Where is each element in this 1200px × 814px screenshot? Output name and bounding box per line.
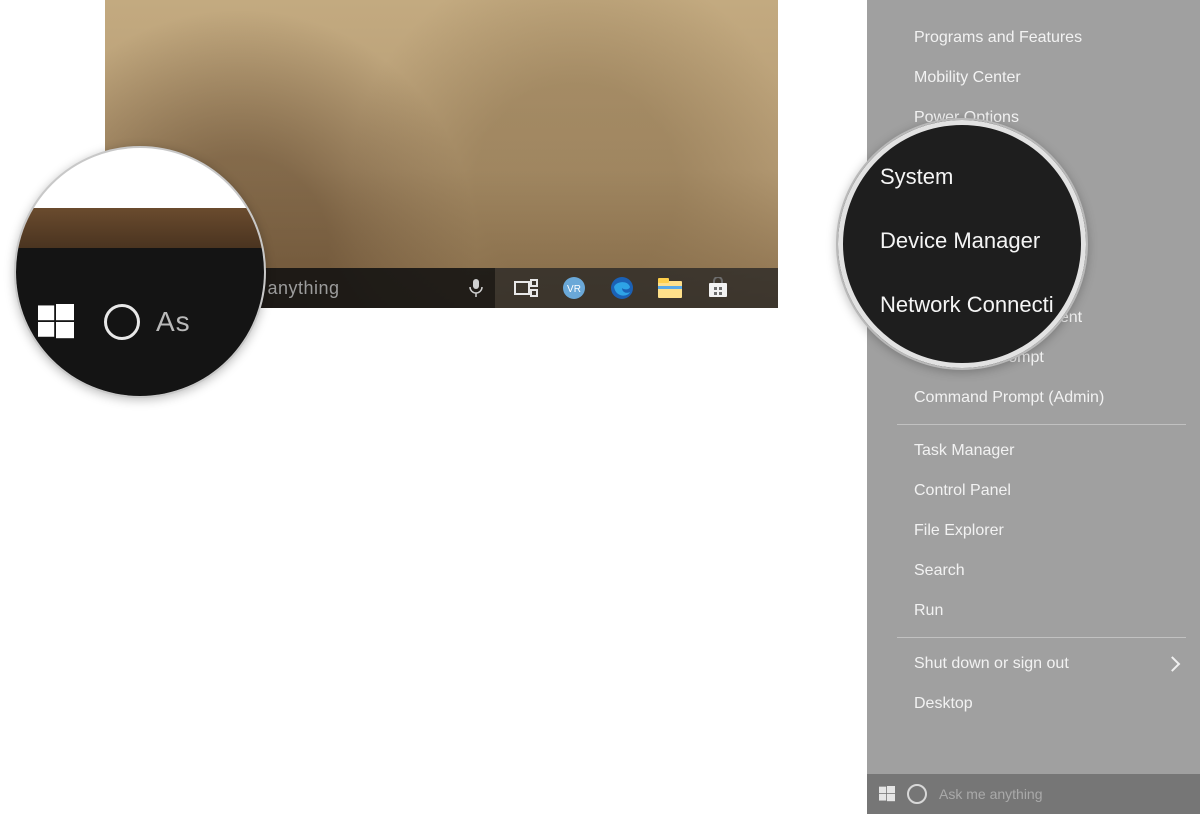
- menu-item-programs-features[interactable]: Programs and Features: [867, 18, 1200, 58]
- zoom-item-system[interactable]: System: [880, 164, 1086, 190]
- menu-item-desktop[interactable]: Desktop: [867, 684, 1200, 724]
- lens-desktop-strip: [16, 208, 264, 248]
- windows-logo-icon: [879, 786, 895, 802]
- cortana-search-box-zoom[interactable]: As: [96, 304, 191, 340]
- magnifier-lens-start: As: [14, 146, 266, 398]
- zoom-item-network-connections[interactable]: Network Connecti: [880, 292, 1086, 318]
- menu-item-control-panel[interactable]: Control Panel: [867, 471, 1200, 511]
- menu-item-run[interactable]: Run: [867, 591, 1200, 631]
- menu-item-shutdown-signout[interactable]: Shut down or sign out: [867, 644, 1200, 684]
- cortana-icon: [907, 784, 927, 804]
- cortana-search-placeholder: Ask me anything: [939, 786, 1043, 802]
- svg-text:VR: VR: [567, 284, 581, 295]
- magnifier-lens-device-manager: System Device Manager Network Connecti: [836, 118, 1088, 370]
- menu-separator: [897, 637, 1186, 638]
- vr-app-icon[interactable]: VR: [561, 275, 587, 301]
- menu-item-search[interactable]: Search: [867, 551, 1200, 591]
- lens-taskbar-zoom: As: [16, 248, 264, 396]
- edge-browser-icon[interactable]: [609, 275, 635, 301]
- winx-menu-screenshot: Programs and Features Mobility Center Po…: [867, 0, 1200, 814]
- task-view-icon[interactable]: [513, 275, 539, 301]
- cortana-search-placeholder-zoom: As: [156, 306, 191, 338]
- zoom-item-device-manager[interactable]: Device Manager: [880, 228, 1086, 254]
- menu-separator: [897, 424, 1186, 425]
- windows-logo-icon: [38, 304, 74, 340]
- winx-menu-zoom: System Device Manager Network Connecti: [880, 164, 1086, 318]
- start-button-zoom[interactable]: [16, 282, 96, 362]
- taskbar-pinned-apps: VR: [513, 275, 731, 301]
- cortana-icon: [104, 304, 140, 340]
- menu-item-file-explorer[interactable]: File Explorer: [867, 511, 1200, 551]
- file-explorer-icon[interactable]: [657, 275, 683, 301]
- microphone-icon[interactable]: [469, 279, 483, 297]
- taskbar-peek: Ask me anything: [867, 774, 1200, 814]
- menu-item-command-prompt-admin[interactable]: Command Prompt (Admin): [867, 378, 1200, 418]
- menu-item-mobility-center[interactable]: Mobility Center: [867, 58, 1200, 98]
- menu-item-task-manager[interactable]: Task Manager: [867, 431, 1200, 471]
- store-icon[interactable]: [705, 275, 731, 301]
